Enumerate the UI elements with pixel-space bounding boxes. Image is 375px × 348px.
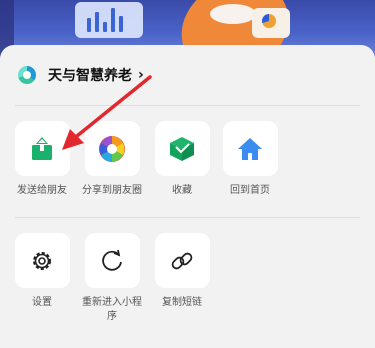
reenter-miniprogram-button[interactable]: 重新进入小程序: [78, 233, 146, 324]
reload-icon: [102, 249, 122, 271]
miniprogram-title: 天与智慧养老: [48, 68, 132, 84]
settings-label: 设置: [32, 297, 52, 308]
back-to-home-button[interactable]: 回到首页: [216, 121, 284, 198]
send-to-friend-button[interactable]: 发送给朋友: [8, 121, 76, 198]
back-to-home-tile[interactable]: [222, 121, 278, 176]
banner-chart-panel: [75, 2, 143, 38]
back-to-home-label: 回到首页: [230, 185, 270, 196]
favorite-label: 收藏: [172, 185, 192, 196]
copy-short-link-tile[interactable]: [154, 233, 210, 288]
share-moments-button[interactable]: 分享到朋友圈: [78, 121, 146, 198]
copy-short-link-button[interactable]: 复制短链: [148, 233, 216, 310]
divider-middle: [15, 217, 360, 218]
reenter-miniprogram-tile[interactable]: [84, 233, 140, 288]
banner-pie-icon: [262, 14, 276, 28]
share-moments-label: 分享到朋友圈: [82, 185, 142, 196]
chevron-right-icon: ›: [138, 67, 144, 83]
send-to-friend-tile[interactable]: [14, 121, 70, 176]
share-upload-icon: [32, 136, 52, 160]
favorite-cube-icon: [170, 136, 194, 161]
link-icon: [171, 252, 193, 269]
reenter-miniprogram-label: 重新进入小程序: [82, 297, 142, 322]
settings-button[interactable]: 设置: [8, 233, 76, 310]
miniprogram-header[interactable]: 天与智慧养老 ›: [18, 65, 144, 85]
favorite-tile[interactable]: [154, 121, 210, 176]
settings-tile[interactable]: [14, 233, 70, 288]
divider-top: [15, 105, 360, 106]
banner-disc: [210, 4, 256, 24]
copy-short-link-label: 复制短链: [162, 297, 202, 308]
gear-icon: [33, 251, 51, 270]
miniprogram-logo: [18, 66, 36, 84]
favorite-button[interactable]: 收藏: [148, 121, 216, 198]
action-sheet: 天与智慧养老 › 发送给朋友 分享到朋友圈 收藏 回到首页 设置 重新进入小程序…: [0, 45, 375, 348]
share-moments-tile[interactable]: [84, 121, 140, 176]
moments-aperture-icon: [99, 135, 125, 162]
home-icon: [238, 137, 262, 160]
send-to-friend-label: 发送给朋友: [17, 185, 67, 196]
